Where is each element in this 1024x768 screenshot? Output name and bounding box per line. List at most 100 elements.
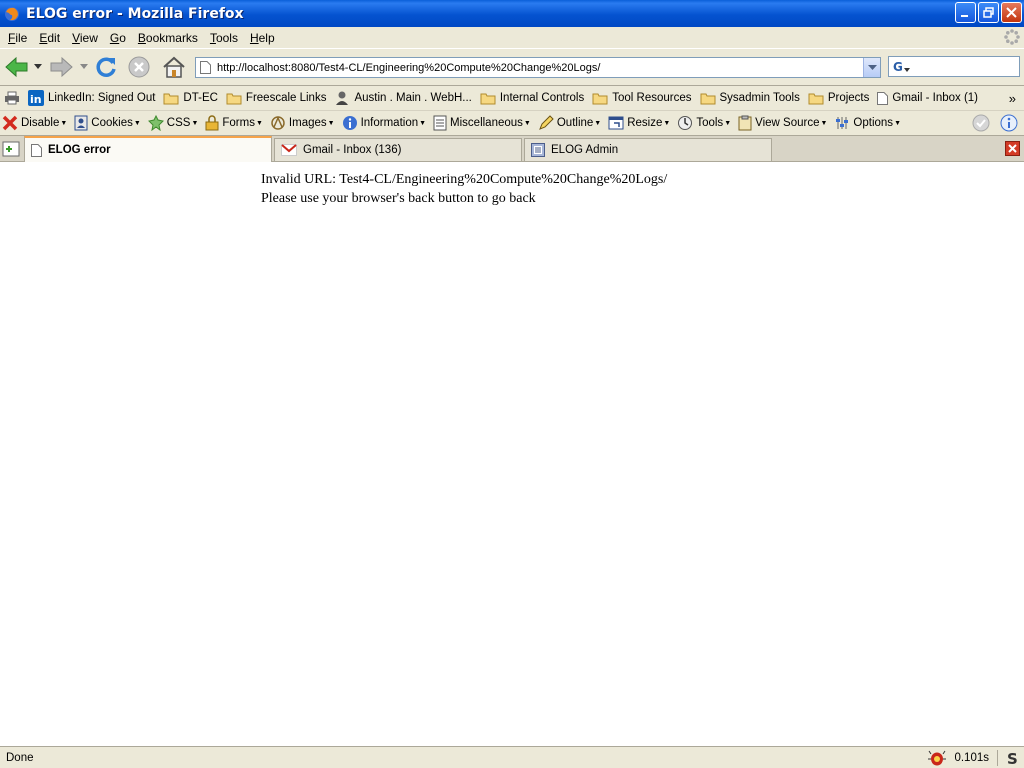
back-button[interactable] (4, 54, 30, 80)
reload-button[interactable] (93, 54, 119, 80)
dev-view-source-menu[interactable]: View Source ▼ (738, 115, 827, 131)
dev-label: Cookies (91, 117, 133, 129)
firefox-icon (5, 6, 19, 21)
dev-options-menu[interactable]: Options ▼ (834, 115, 901, 131)
search-input[interactable] (913, 60, 1019, 73)
menu-go-rest: o (119, 30, 126, 45)
menu-file-rest: ile (15, 30, 28, 45)
page-info-icon[interactable] (1000, 114, 1018, 132)
dev-images-menu[interactable]: Images ▼ (270, 115, 335, 131)
home-button[interactable] (161, 54, 187, 80)
dropdown-arrow-icon: ▼ (820, 119, 828, 127)
menu-view-mnemonic: V (72, 30, 80, 45)
bookmark-austin-main-webh[interactable]: Austin . Main . WebH... (334, 90, 472, 106)
url-bar[interactable] (195, 57, 881, 78)
dev-miscellaneous-menu[interactable]: Miscellaneous ▼ (433, 115, 531, 131)
validation-check-icon[interactable] (972, 114, 990, 132)
bookmarks-overflow-chevron-icon[interactable]: » (1009, 91, 1016, 106)
bookmark-dt-ec[interactable]: DT-EC (163, 91, 218, 105)
url-input[interactable] (217, 59, 863, 76)
bookmark-freescale-links[interactable]: Freescale Links (226, 91, 327, 105)
new-tab-icon[interactable] (2, 140, 20, 158)
printer-icon (5, 91, 19, 105)
chevron-down-icon (867, 64, 877, 70)
page-icon (31, 143, 42, 157)
dropdown-arrow-icon: ▼ (523, 119, 531, 127)
dropdown-arrow-icon: ▼ (255, 119, 263, 127)
dropdown-arrow-icon: ▼ (594, 119, 602, 127)
outline-icon (538, 115, 554, 131)
minimize-button[interactable] (955, 2, 976, 23)
menu-help[interactable]: Help (244, 31, 281, 45)
url-history-dropdown[interactable] (863, 58, 880, 77)
bookmark-label: Tool Resources (612, 92, 692, 104)
folder-icon (700, 91, 716, 105)
menu-edit-rest: dit (47, 30, 61, 45)
bookmark-linkedin[interactable]: in LinkedIn: Signed Out (28, 90, 155, 106)
addon-s-icon[interactable]: S (1006, 750, 1020, 766)
disable-icon (2, 115, 18, 131)
tab-gmail-inbox[interactable]: Gmail - Inbox (136) (274, 138, 522, 161)
dropdown-arrow-icon: ▼ (191, 119, 199, 127)
dev-label: Images (288, 117, 327, 129)
restore-button[interactable] (978, 2, 999, 23)
bookmark-label: Freescale Links (245, 92, 327, 104)
dev-resize-menu[interactable]: Resize ▼ (608, 115, 670, 131)
tab-label: Gmail - Inbox (136) (303, 144, 402, 156)
menu-bookmarks[interactable]: Bookmarks (132, 31, 204, 45)
tab-elog-admin[interactable]: ELOG Admin (524, 138, 772, 161)
gmail-icon (281, 144, 297, 156)
stop-button[interactable] (126, 54, 152, 80)
page-content: Invalid URL: Test4-CL/Engineering%20Comp… (0, 162, 1024, 746)
bookmark-label: Projects (827, 92, 870, 104)
dev-forms-menu[interactable]: Forms ▼ (205, 115, 263, 131)
google-search-engine-icon[interactable]: G (893, 60, 903, 74)
menu-tools-rest: ools (215, 30, 238, 45)
dev-outline-menu[interactable]: Outline ▼ (538, 115, 601, 131)
bookmark-tool-resources[interactable]: Tool Resources (592, 91, 692, 105)
restore-icon (983, 7, 994, 18)
stop-icon (128, 56, 150, 78)
navigation-toolbar (0, 48, 1024, 86)
tab-elog-error[interactable]: ELOG error (24, 136, 272, 162)
elog-icon (531, 143, 545, 157)
forms-icon (205, 115, 219, 131)
menu-go-mnemonic: G (109, 30, 120, 45)
bookmark-gmail-inbox[interactable]: Gmail - Inbox (1) (877, 91, 978, 105)
menu-edit[interactable]: Edit (33, 31, 66, 45)
bookmark-label: Austin . Main . WebH... (354, 92, 472, 104)
print-button[interactable] (4, 91, 20, 105)
close-button[interactable] (1001, 2, 1022, 23)
dev-disable-menu[interactable]: Disable ▼ (2, 115, 67, 131)
menu-tools[interactable]: Tools (204, 31, 244, 45)
svg-text:S: S (1007, 750, 1018, 766)
images-icon (270, 115, 286, 131)
menu-help-rest: elp (258, 30, 275, 45)
menu-go[interactable]: Go (104, 31, 132, 45)
search-bar[interactable]: G (888, 56, 1020, 77)
person-icon (334, 90, 350, 106)
firebug-icon[interactable] (928, 750, 947, 766)
bookmark-projects[interactable]: Projects (808, 91, 870, 105)
dev-cookies-menu[interactable]: Cookies ▼ (74, 115, 141, 131)
dev-label: View Source (755, 117, 820, 129)
dev-css-menu[interactable]: CSS ▼ (147, 115, 199, 131)
menu-view[interactable]: View (66, 31, 104, 45)
dropdown-arrow-icon: ▼ (663, 119, 671, 127)
forward-history-dropdown[interactable] (78, 54, 90, 80)
css-icon (147, 115, 164, 131)
dev-tools-menu[interactable]: Tools ▼ (677, 115, 731, 131)
menu-help-mnemonic: H (249, 30, 259, 45)
menu-view-rest: iew (79, 30, 98, 45)
back-history-dropdown[interactable] (32, 54, 44, 80)
bookmark-sysadmin-tools[interactable]: Sysadmin Tools (700, 91, 800, 105)
dev-information-menu[interactable]: Information ▼ (342, 115, 426, 131)
forward-button[interactable] (48, 54, 74, 80)
dev-label: Resize (627, 117, 663, 129)
bookmark-internal-controls[interactable]: Internal Controls (480, 91, 584, 105)
menu-file[interactable]: File (2, 31, 33, 45)
dropdown-arrow-icon: ▼ (133, 119, 141, 127)
close-tab-button[interactable] (1005, 141, 1020, 156)
dropdown-arrow-icon: ▼ (327, 119, 335, 127)
dev-label: Miscellaneous (450, 117, 523, 129)
